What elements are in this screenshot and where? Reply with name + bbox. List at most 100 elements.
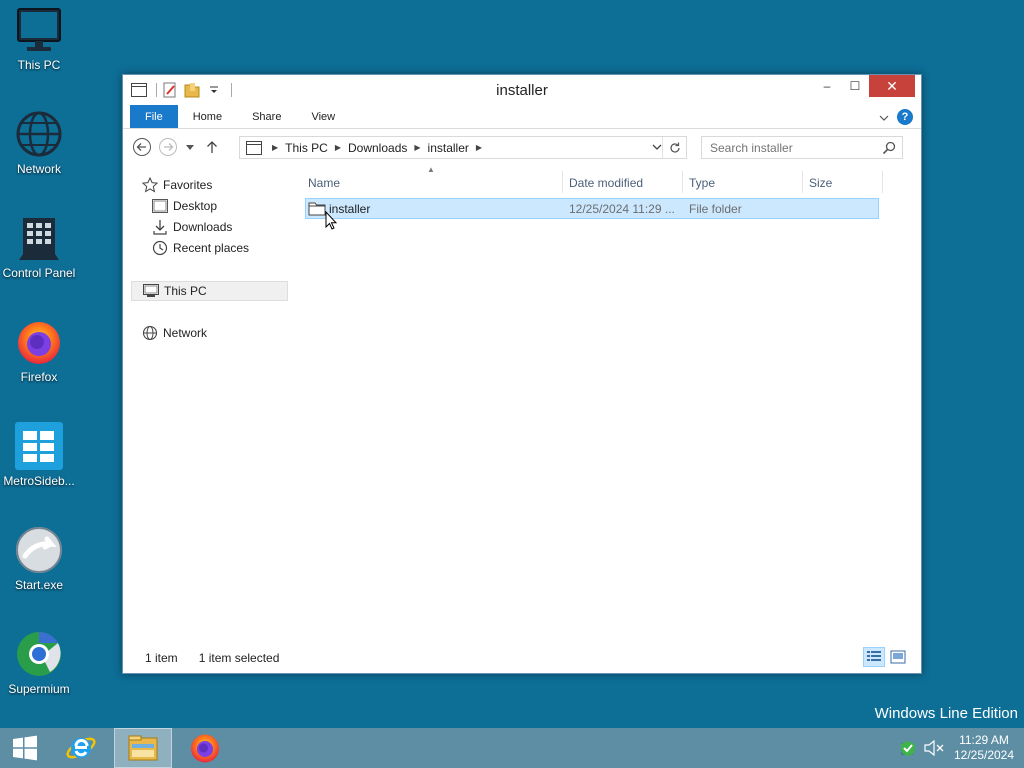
nav-item-label: Network [163, 326, 208, 340]
new-folder-icon[interactable] [183, 81, 201, 99]
desktop-icon-label: MetroSideb... [3, 474, 75, 488]
breadcrumb-this-pc[interactable]: This PC [285, 141, 328, 155]
status-bar: 1 item 1 item selected [123, 643, 921, 673]
folder-icon [308, 201, 326, 219]
taskbar-internet-explorer[interactable] [52, 728, 110, 768]
control-panel-icon [15, 214, 63, 262]
explorer-body: Favorites Desktop Downloads Recent place… [123, 165, 921, 643]
security-shield-icon[interactable] [896, 739, 920, 757]
desktop-icon-metrosidebar[interactable]: MetroSideb... [0, 422, 78, 488]
column-header-name[interactable]: Name [308, 173, 340, 193]
tab-share[interactable]: Share [237, 105, 296, 128]
globe-icon [141, 325, 159, 341]
nav-item-network[interactable]: Network [141, 323, 281, 343]
breadcrumb-separator-icon[interactable]: ▶ [414, 143, 420, 152]
nav-item-favorites[interactable]: Favorites [141, 175, 281, 195]
refresh-icon [669, 142, 680, 153]
nav-item-this-pc[interactable]: This PC [131, 281, 288, 301]
view-switcher [863, 647, 909, 667]
column-header-size[interactable]: Size [809, 173, 832, 193]
column-divider[interactable] [882, 171, 883, 193]
tab-file[interactable]: File [130, 105, 178, 128]
status-selection: 1 item selected [198, 651, 280, 665]
mouse-cursor-icon [325, 210, 338, 233]
taskbar-clock[interactable]: 11:29 AM 12/25/2024 [948, 733, 1020, 763]
start-exe-icon [15, 526, 63, 574]
recent-locations-chevron-icon[interactable] [183, 136, 197, 158]
start-button[interactable] [0, 728, 50, 768]
details-view-button[interactable] [863, 647, 885, 667]
desktop-icon-label: Start.exe [14, 578, 64, 592]
desktop-icon-supermium[interactable]: Supermium [0, 630, 78, 696]
tab-home[interactable]: Home [178, 105, 237, 128]
file-explorer-window: installer – ☐ ✕ File Home Share View ? ▶… [122, 74, 922, 674]
customize-toolbar-chevron-icon[interactable] [205, 81, 223, 99]
column-divider[interactable] [562, 171, 563, 193]
volume-muted-icon[interactable] [920, 740, 948, 756]
window-icon[interactable] [130, 81, 148, 99]
up-button[interactable] [201, 136, 223, 158]
minimize-button[interactable]: – [813, 75, 841, 97]
large-icons-view-button[interactable] [887, 647, 909, 667]
tab-view[interactable]: View [296, 105, 350, 128]
column-header-date-modified[interactable]: Date modified [569, 173, 643, 193]
desktop-icon-firefox[interactable]: Firefox [0, 318, 78, 384]
nav-item-label: Recent places [173, 241, 250, 255]
downloads-icon [151, 219, 169, 235]
column-divider[interactable] [802, 171, 803, 193]
up-arrow-icon [207, 141, 217, 153]
firefox-icon [15, 318, 63, 366]
nav-item-label: Downloads [173, 220, 233, 234]
sort-ascending-icon: ▲ [427, 165, 435, 174]
search-input[interactable] [710, 140, 870, 155]
desktop-icon-label: Firefox [20, 370, 58, 384]
address-dropdown-chevron-icon[interactable] [652, 141, 662, 155]
navigation-pane: Favorites Desktop Downloads Recent place… [131, 165, 288, 643]
toolbar-divider [156, 83, 157, 97]
address-bar[interactable]: ▶ This PC ▶ Downloads ▶ installer ▶ [239, 136, 687, 159]
taskbar-file-explorer[interactable] [114, 728, 172, 768]
clock-time: 11:29 AM [959, 733, 1009, 747]
desktop-icon-label: Supermium [8, 682, 70, 696]
taskbar-firefox[interactable] [176, 728, 234, 768]
desktop-icon-start-exe[interactable]: Start.exe [0, 526, 78, 592]
desktop-icon-network[interactable]: Network [0, 110, 78, 176]
forward-button[interactable] [157, 136, 179, 158]
breadcrumb-installer[interactable]: installer [428, 141, 469, 155]
column-header-type[interactable]: Type [689, 173, 715, 193]
search-icon[interactable] [882, 141, 896, 158]
file-type: File folder [689, 202, 742, 216]
expand-ribbon-chevron-icon[interactable] [879, 110, 889, 124]
navigation-bar: ▶ This PC ▶ Downloads ▶ installer ▶ [123, 129, 921, 165]
back-button[interactable] [131, 136, 153, 158]
taskbar: 11:29 AM 12/25/2024 [0, 728, 1024, 768]
windows-logo-icon [13, 735, 37, 761]
status-item-count: 1 item [145, 651, 178, 665]
desktop-icon-control-panel[interactable]: Control Panel [0, 214, 78, 280]
nav-item-recent-places[interactable]: Recent places [151, 238, 281, 258]
search-box[interactable] [701, 136, 903, 159]
breadcrumb-downloads[interactable]: Downloads [348, 141, 407, 155]
help-icon[interactable]: ? [897, 109, 913, 125]
nav-item-downloads[interactable]: Downloads [151, 217, 281, 237]
maximize-button[interactable]: ☐ [841, 75, 869, 97]
desktop-icon-label: Network [16, 162, 61, 176]
table-row[interactable]: installer 12/25/2024 11:29 ... File fold… [305, 198, 879, 219]
ribbon-tabs: File Home Share View ? [123, 105, 921, 129]
desktop-icon-this-pc[interactable]: This PC [0, 6, 78, 72]
globe-icon [15, 110, 63, 158]
breadcrumb-separator-icon[interactable]: ▶ [335, 143, 341, 152]
properties-icon[interactable] [161, 81, 179, 99]
breadcrumb-separator-icon[interactable]: ▶ [272, 143, 278, 152]
nav-item-desktop[interactable]: Desktop [151, 196, 281, 216]
desktop-icon [151, 198, 169, 214]
breadcrumb-separator-icon[interactable]: ▶ [476, 143, 482, 152]
computer-icon [15, 6, 63, 54]
details-view-icon [867, 651, 881, 661]
desktop-icon-label: This PC [17, 58, 61, 72]
title-bar[interactable]: installer – ☐ ✕ [123, 75, 921, 105]
close-button[interactable]: ✕ [869, 75, 915, 97]
refresh-button[interactable] [662, 137, 686, 158]
column-divider[interactable] [682, 171, 683, 193]
toolbar-divider [231, 83, 232, 97]
